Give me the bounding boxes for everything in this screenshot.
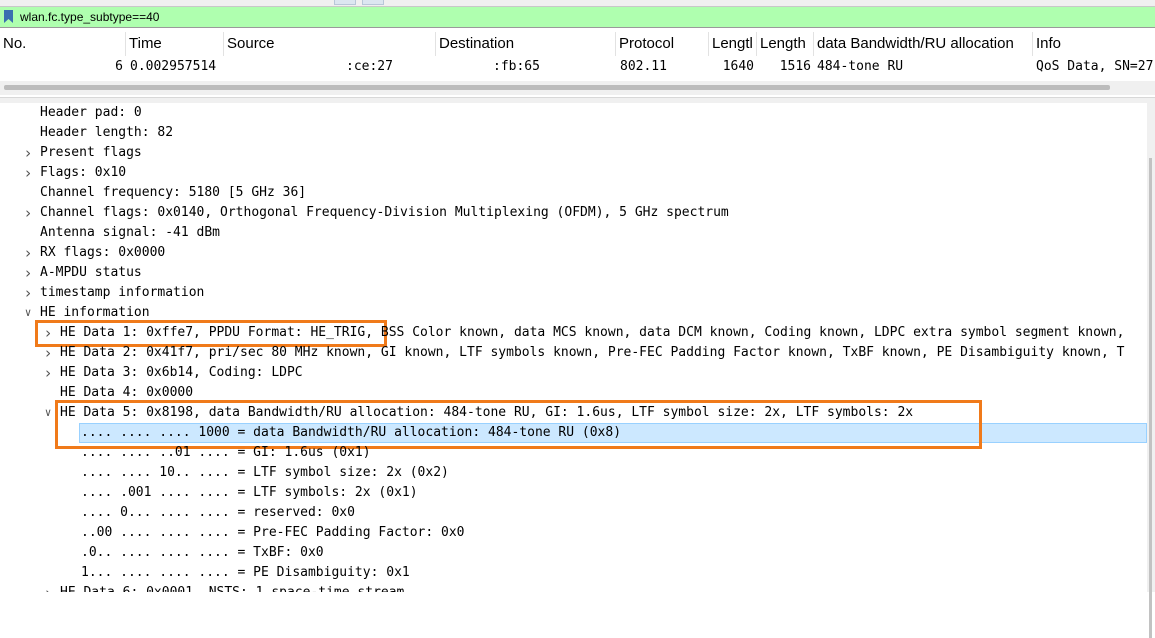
tree-node-label: HE Data 1: 0xffe7, PPDU Format: HE_TRIG,…	[60, 325, 1125, 340]
column-header-source[interactable]: Source	[224, 32, 436, 56]
packet-row[interactable]: 6 0.002957514 :ce:27 :fb:65 802.11 1640 …	[0, 57, 1155, 77]
tree-node-label: HE Data 4: 0x0000	[60, 385, 194, 400]
tree-node-label: HE information	[40, 305, 150, 320]
cell-time: 0.002957514	[130, 59, 217, 74]
chevron-right-icon[interactable]: ›	[42, 363, 54, 383]
column-header-time[interactable]: Time	[126, 32, 224, 56]
display-filter-bar	[0, 6, 1155, 28]
cell-protocol: 802.11	[620, 59, 667, 74]
tree-node[interactable]: ∨ HE information	[0, 303, 1147, 323]
tree-node-label: .... .... 10.. .... = LTF symbol size: 2…	[81, 465, 449, 480]
column-header-destination[interactable]: Destination	[436, 32, 616, 56]
column-header-bandwidth[interactable]: data Bandwidth/RU allocation	[814, 32, 1033, 56]
packet-details-tree: Header pad: 0 Header length: 82 › Present f…	[0, 103, 1147, 592]
scrollbar-thumb[interactable]	[1149, 158, 1152, 638]
cell-length-2: 1516	[779, 59, 811, 74]
tree-node-label: .... 0... .... .... = reserved: 0x0	[81, 505, 355, 520]
horizontal-scrollbar[interactable]	[0, 81, 1155, 95]
tree-node[interactable]: › HE Data 2: 0x41f7, pri/sec 80 MHz known…	[0, 343, 1147, 363]
cell-length-1: 1640	[722, 59, 754, 74]
cell-source: :ce:27	[346, 59, 393, 74]
tree-node-label: .... .001 .... .... = LTF symbols: 2x (0…	[81, 485, 418, 500]
tree-node[interactable]: › Present flags	[0, 143, 1147, 163]
tree-node-label: Header length: 82	[40, 125, 174, 140]
tree-node[interactable]: ..00 .... .... .... = Pre-FEC Padding Fa…	[0, 523, 1147, 543]
vertical-scrollbar[interactable]	[1147, 103, 1155, 638]
tree-node-label: RX flags: 0x0000	[40, 245, 166, 260]
tree-node[interactable]: › HE Data 3: 0x6b14, Coding: LDPC	[0, 363, 1147, 383]
tree-node[interactable]: › RX flags: 0x0000	[0, 243, 1147, 263]
tree-node[interactable]: .0.. .... .... .... = TxBF: 0x0	[0, 543, 1147, 563]
tree-node[interactable]: Channel frequency: 5180 [5 GHz 36]	[0, 183, 1147, 203]
tree-node[interactable]: 1... .... .... .... = PE Disambiguity: 0…	[0, 563, 1147, 583]
tree-node[interactable]: ∨ HE Data 5: 0x8198, data Bandwidth/RU al…	[0, 403, 1147, 423]
tree-node-label: A-MPDU status	[40, 265, 142, 280]
tree-node-label: Channel flags: 0x0140, Orthogonal Freque…	[40, 205, 729, 220]
tree-node[interactable]: › HE Data 6: 0x0001, NSTS: 1 space-time s…	[0, 583, 1147, 592]
tree-node-label: Header pad: 0	[40, 105, 142, 120]
tree-node-label: HE Data 3: 0x6b14, Coding: LDPC	[60, 365, 303, 380]
chevron-right-icon[interactable]: ›	[22, 283, 34, 303]
toolbar-button[interactable]	[362, 0, 384, 5]
chevron-down-icon[interactable]: ∨	[22, 303, 34, 323]
display-filter-input[interactable]	[20, 8, 1140, 26]
cell-info: QoS Data, SN=27	[1036, 59, 1154, 74]
tree-node-label: timestamp information	[40, 285, 205, 300]
tree-node[interactable]: › Channel flags: 0x0140, Orthogonal Frequ…	[0, 203, 1147, 223]
chevron-down-icon[interactable]: ∨	[42, 403, 54, 423]
tree-node[interactable]: Header length: 82	[0, 123, 1147, 143]
tree-node[interactable]: .... 0... .... .... = reserved: 0x0	[0, 503, 1147, 523]
toolbar-button[interactable]	[334, 0, 356, 5]
tree-node-label: Channel frequency: 5180 [5 GHz 36]	[40, 185, 307, 200]
tree-node-label: .... .... ..01 .... = GI: 1.6us (0x1)	[81, 445, 371, 460]
cell-bandwidth: 484-tone RU	[817, 59, 904, 74]
column-header-length-1[interactable]: Lengtl	[709, 32, 757, 56]
chevron-right-icon[interactable]: ›	[42, 323, 54, 343]
cell-no: 6	[115, 59, 123, 74]
chevron-right-icon[interactable]: ›	[22, 163, 34, 183]
tree-node[interactable]: HE Data 4: 0x0000	[0, 383, 1147, 403]
tree-node-label: HE Data 6: 0x0001, NSTS: 1 space-time st…	[60, 583, 404, 592]
chevron-right-icon[interactable]: ›	[42, 583, 54, 592]
tree-node[interactable]: .... .... 10.. .... = LTF symbol size: 2…	[0, 463, 1147, 483]
tree-node[interactable]: Antenna signal: -41 dBm	[0, 223, 1147, 243]
chevron-right-icon[interactable]: ›	[22, 143, 34, 163]
cell-destination: :fb:65	[493, 59, 540, 74]
column-header-no[interactable]: No.	[0, 32, 126, 56]
tree-node[interactable]: Header pad: 0	[0, 103, 1147, 123]
tree-node-label: HE Data 2: 0x41f7, pri/sec 80 MHz known,…	[60, 345, 1125, 360]
tree-node-label: Flags: 0x10	[40, 165, 127, 180]
tree-node[interactable]: .... .... .... 1000 = data Bandwidth/RU …	[0, 423, 1147, 443]
bookmark-icon[interactable]	[4, 10, 13, 23]
tree-node[interactable]: › Flags: 0x10	[0, 163, 1147, 183]
tree-node[interactable]: › timestamp information	[0, 283, 1147, 303]
tree-node-label: .... .... .... 1000 = data Bandwidth/RU …	[81, 425, 622, 440]
column-header-protocol[interactable]: Protocol	[616, 32, 709, 56]
tree-node[interactable]: .... .... ..01 .... = GI: 1.6us (0x1)	[0, 443, 1147, 463]
chevron-right-icon[interactable]: ›	[22, 263, 34, 283]
tree-node-label: .0.. .... .... .... = TxBF: 0x0	[81, 545, 324, 560]
chevron-right-icon[interactable]: ›	[22, 243, 34, 263]
packet-list-header: No. Time Source Destination Protocol Len…	[0, 32, 1155, 56]
column-header-length-2[interactable]: Length	[757, 32, 814, 56]
tree-node-label: HE Data 5: 0x8198, data Bandwidth/RU all…	[60, 405, 914, 420]
tree-node[interactable]: .... .001 .... .... = LTF symbols: 2x (0…	[0, 483, 1147, 503]
tree-node[interactable]: › A-MPDU status	[0, 263, 1147, 283]
tree-node-label: Antenna signal: -41 dBm	[40, 225, 221, 240]
tree-node[interactable]: › HE Data 1: 0xffe7, PPDU Format: HE_TRIG…	[0, 323, 1147, 343]
chevron-right-icon[interactable]: ›	[22, 203, 34, 223]
tree-node-label: 1... .... .... .... = PE Disambiguity: 0…	[81, 565, 410, 580]
column-header-info[interactable]: Info	[1033, 32, 1155, 56]
packet-list-pane: No. Time Source Destination Protocol Len…	[0, 28, 1155, 98]
chevron-right-icon[interactable]: ›	[42, 343, 54, 363]
scrollbar-thumb[interactable]	[4, 85, 1110, 90]
tree-node-label: ..00 .... .... .... = Pre-FEC Padding Fa…	[81, 525, 465, 540]
tree-node-label: Present flags	[40, 145, 142, 160]
